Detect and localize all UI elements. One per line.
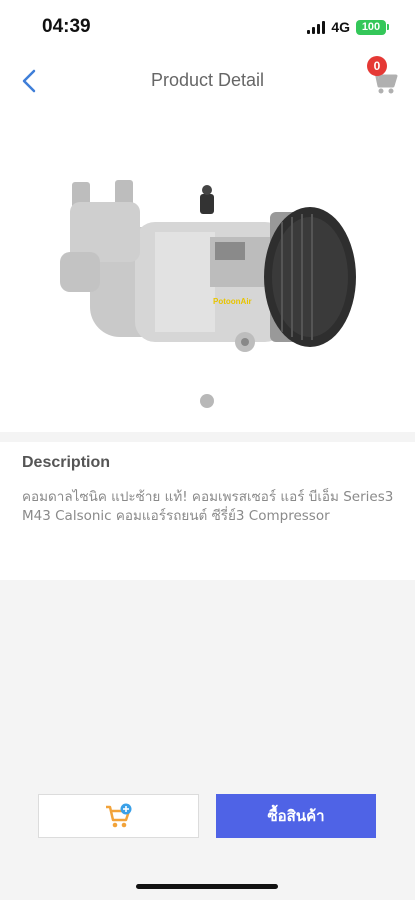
- add-to-cart-button[interactable]: [38, 794, 199, 838]
- add-to-cart-icon: [105, 803, 131, 828]
- image-watermark: PotoonAir: [213, 297, 252, 306]
- product-image-carousel[interactable]: PotoonAir: [0, 110, 415, 432]
- battery-tip: [387, 24, 389, 30]
- network-label: 4G: [331, 19, 350, 35]
- status-bar: 04:39 4G 100: [0, 0, 415, 52]
- buy-button[interactable]: ซื้อสินค้า: [216, 794, 376, 838]
- action-bar: ซื้อสินค้า: [0, 780, 415, 900]
- battery-icon: 100: [356, 19, 386, 35]
- home-indicator[interactable]: [136, 884, 278, 889]
- cart-count-badge: 0: [367, 56, 387, 76]
- description-section: Description คอมดาลไซนิค แปะซ้าย แท้! คอม…: [0, 442, 415, 580]
- description-text: คอมดาลไซนิค แปะซ้าย แท้! คอมเพรสเซอร์ แอ…: [22, 489, 394, 524]
- app-header: Product Detail 0: [0, 52, 415, 110]
- page-title: Product Detail: [150, 70, 265, 90]
- product-image: PotoonAir: [60, 180, 356, 352]
- signal-icon: [307, 20, 326, 34]
- description-heading: Description: [22, 454, 111, 471]
- battery-level: 100: [361, 21, 381, 33]
- carousel-dot[interactable]: [200, 394, 214, 408]
- status-time: 04:39: [42, 16, 91, 37]
- status-indicators: 4G 100: [307, 19, 389, 35]
